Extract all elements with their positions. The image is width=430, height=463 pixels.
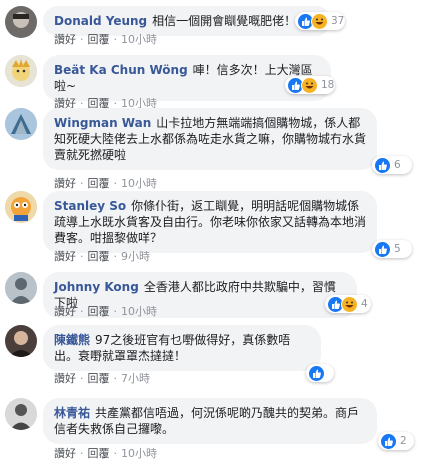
reactions-summary[interactable]: 4 bbox=[325, 295, 371, 313]
reaction-count: 6 bbox=[394, 159, 401, 171]
comment-actions: 讚好 · 回覆 · 10小時 bbox=[54, 447, 157, 461]
reaction-count: 37 bbox=[331, 15, 345, 27]
like-reaction-icon bbox=[308, 364, 325, 382]
like-link[interactable]: 讚好 bbox=[54, 177, 76, 190]
like-reaction-icon bbox=[374, 240, 391, 258]
like-reaction-icon bbox=[380, 432, 397, 450]
reactions-summary[interactable]: 18 bbox=[285, 76, 335, 94]
comment-bubble: Stanley So 你條仆街，返工瞓覺，明明話呢個購物城係疏導上水既水貨客及自由… bbox=[43, 191, 377, 253]
profile-photo-icon bbox=[5, 398, 37, 430]
separator: · bbox=[80, 250, 84, 263]
profile-photo-icon bbox=[5, 6, 37, 38]
comment-actions: 讚好 · 回覆 · 10小時 bbox=[54, 177, 157, 191]
reply-link[interactable]: 回覆 bbox=[88, 177, 110, 190]
reaction-count: 2 bbox=[400, 435, 407, 447]
separator: · bbox=[80, 305, 84, 318]
comment-time[interactable]: 9小時 bbox=[121, 250, 150, 263]
reaction-count: 5 bbox=[394, 243, 401, 255]
comment-author[interactable]: 林青祐 bbox=[54, 406, 90, 420]
profile-photo-icon bbox=[5, 272, 37, 304]
haha-reaction-icon bbox=[311, 12, 328, 30]
comment-time[interactable]: 10小時 bbox=[121, 305, 157, 318]
reactions-summary[interactable]: 6 bbox=[372, 156, 412, 174]
avatar[interactable] bbox=[5, 108, 37, 140]
comment-bubble: 林青祐 共產黨都信唔過，何況係呢啲乃醜共的契弟。商戶信者失救係自己攞嚟。 bbox=[43, 398, 377, 444]
separator: · bbox=[80, 33, 84, 46]
comment-author[interactable]: Beät Ka Chun Wöng bbox=[54, 63, 188, 77]
comment-author[interactable]: Wingman Wan bbox=[54, 116, 151, 130]
comment-author[interactable]: 陳鐵熊 bbox=[54, 333, 90, 347]
comment-time[interactable]: 10小時 bbox=[121, 177, 157, 190]
comment-bubble: Wingman Wan 山卡拉地方無端端搞個購物城，係人都知死硬大陸佬去上水都係為… bbox=[43, 108, 377, 170]
avatar[interactable] bbox=[5, 6, 37, 38]
haha-reaction-icon bbox=[341, 295, 358, 313]
avatar[interactable] bbox=[5, 325, 37, 357]
separator: · bbox=[113, 305, 118, 318]
reactions-summary[interactable]: 2 bbox=[378, 432, 414, 450]
comment-bubble: 陳鐵熊 97之後班官有乜嘢做得好，真係數唔出。衰嘢就罩罩杰撻撻！ bbox=[43, 325, 321, 371]
like-reaction-icon bbox=[374, 156, 391, 174]
avatar[interactable] bbox=[5, 398, 37, 430]
comment-text: 相信一個開會瞓覺嘅肥佬！ bbox=[152, 14, 297, 28]
avatar[interactable] bbox=[5, 191, 37, 223]
comment-author[interactable]: Donald Yeung bbox=[54, 14, 147, 28]
like-link[interactable]: 讚好 bbox=[54, 305, 76, 318]
profile-photo-icon bbox=[5, 191, 37, 223]
comment-actions: 讚好 · 回覆 · 10小時 bbox=[54, 33, 157, 47]
separator: · bbox=[113, 250, 118, 263]
separator: · bbox=[113, 372, 118, 385]
like-link[interactable]: 讚好 bbox=[54, 33, 76, 46]
profile-photo-icon bbox=[5, 55, 37, 87]
reply-link[interactable]: 回覆 bbox=[88, 447, 110, 460]
comment-author[interactable]: Johnny Kong bbox=[54, 280, 139, 294]
reaction-count: 4 bbox=[361, 298, 368, 310]
reactions-summary[interactable]: 37 bbox=[295, 12, 345, 30]
reactions-summary[interactable]: 5 bbox=[372, 240, 412, 258]
comment-time[interactable]: 10小時 bbox=[121, 447, 157, 460]
comment-time[interactable]: 10小時 bbox=[121, 33, 157, 46]
like-link[interactable]: 讚好 bbox=[54, 447, 76, 460]
like-link[interactable]: 讚好 bbox=[54, 250, 76, 263]
reaction-count: 18 bbox=[321, 79, 335, 91]
reply-link[interactable]: 回覆 bbox=[88, 305, 110, 318]
avatar[interactable] bbox=[5, 272, 37, 304]
reactions-summary[interactable] bbox=[306, 364, 334, 382]
separator: · bbox=[80, 372, 84, 385]
comment-author[interactable]: Stanley So bbox=[54, 199, 126, 213]
comment-time[interactable]: 7小時 bbox=[121, 372, 150, 385]
separator: · bbox=[80, 447, 84, 460]
like-link[interactable]: 讚好 bbox=[54, 372, 76, 385]
profile-photo-icon bbox=[5, 108, 37, 140]
separator: · bbox=[113, 447, 118, 460]
comment-actions: 讚好 · 回覆 · 9小時 bbox=[54, 250, 150, 264]
separator: · bbox=[113, 177, 118, 190]
separator: · bbox=[80, 177, 84, 190]
comment-text: 共產黨都信唔過，何況係呢啲乃醜共的契弟。商戶信者失救係自己攞嚟。 bbox=[54, 406, 360, 436]
comment-actions: 讚好 · 回覆 · 10小時 bbox=[54, 305, 157, 319]
reply-link[interactable]: 回覆 bbox=[88, 372, 110, 385]
profile-photo-icon bbox=[5, 325, 37, 357]
separator: · bbox=[113, 33, 118, 46]
haha-reaction-icon bbox=[301, 76, 318, 94]
reply-link[interactable]: 回覆 bbox=[88, 250, 110, 263]
reply-link[interactable]: 回覆 bbox=[88, 33, 110, 46]
comment-actions: 讚好 · 回覆 · 7小時 bbox=[54, 372, 150, 386]
comment-bubble: Donald Yeung 相信一個開會瞓覺嘅肥佬！ bbox=[43, 6, 331, 36]
avatar[interactable] bbox=[5, 55, 37, 87]
